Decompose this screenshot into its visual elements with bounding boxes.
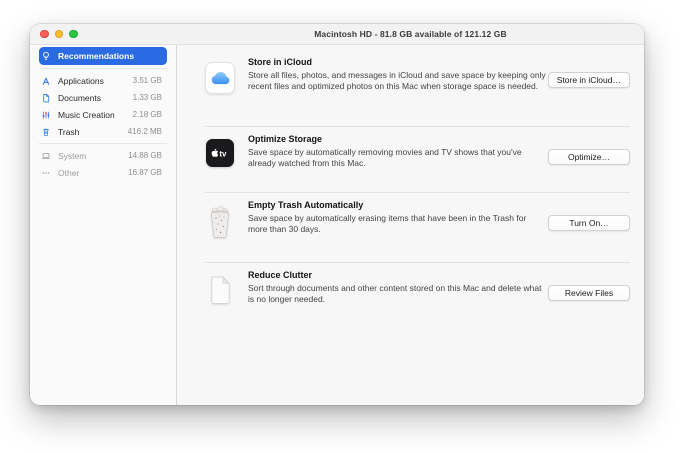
sidebar-item-label: System [58, 150, 87, 161]
sidebar-item-music-creation[interactable]: Music Creation 2.18 GB [39, 106, 167, 123]
sliders-icon [41, 110, 51, 120]
sidebar-item-label: Documents [58, 92, 101, 103]
sidebar-separator [39, 68, 167, 69]
sidebar-item-label: Recommendations [58, 51, 135, 61]
trash-icon [41, 127, 51, 137]
svg-text:tv: tv [219, 149, 227, 158]
fullscreen-button[interactable] [69, 29, 78, 39]
close-button[interactable] [40, 29, 49, 39]
recommendation-row-store-in-icloud: Store in iCloud Store all files, photos,… [177, 45, 644, 126]
traffic-lights [40, 24, 78, 44]
storage-management-window: Macintosh HD - 81.8 GB available of 121.… [30, 24, 644, 405]
sidebar-item-label: Trash [58, 126, 80, 137]
icloud-icon [205, 62, 235, 94]
window-body: Recommendations Applications 3.51 GB Doc… [30, 45, 644, 405]
recommendation-row-reduce-clutter: Reduce Clutter Sort through documents an… [177, 263, 644, 333]
sidebar-item-applications[interactable]: Applications 3.51 GB [39, 72, 167, 89]
apple-tv-icon: tv [206, 139, 234, 167]
titlebar: Macintosh HD - 81.8 GB available of 121.… [30, 24, 644, 45]
lightbulb-icon [41, 51, 51, 61]
window-title: Macintosh HD - 81.8 GB available of 121.… [314, 29, 507, 39]
recommendation-row-empty-trash: Empty Trash Automatically Save space by … [177, 193, 644, 262]
screenshot-canvas: Macintosh HD - 81.8 GB available of 121.… [0, 0, 680, 452]
sidebar: Recommendations Applications 3.51 GB Doc… [30, 45, 177, 405]
review-files-button[interactable]: Review Files [548, 285, 630, 301]
recommendation-description: Save space by automatically erasing item… [248, 213, 527, 234]
trash-full-icon [207, 205, 233, 239]
document-icon [41, 93, 51, 103]
sidebar-item-label: Other [58, 167, 80, 178]
sidebar-item-other[interactable]: Other 16.87 GB [39, 164, 167, 181]
recommendation-description: Sort through documents and other content… [248, 283, 542, 304]
sidebar-item-size: 14.88 GB [128, 151, 162, 160]
sidebar-item-documents[interactable]: Documents 1.33 GB [39, 89, 167, 106]
document-blank-icon [209, 275, 232, 305]
recommendation-description: Save space by automatically removing mov… [248, 147, 522, 168]
sidebar-item-system[interactable]: System 14.88 GB [39, 147, 167, 164]
sidebar-item-size: 1.33 GB [132, 93, 162, 102]
optimize-button[interactable]: Optimize… [548, 149, 630, 165]
recommendation-title: Reduce Clutter [248, 270, 313, 280]
sidebar-item-size: 416.2 MB [127, 127, 162, 136]
sidebar-item-size: 3.51 GB [132, 76, 162, 85]
recommendation-title: Store in iCloud [248, 57, 312, 67]
sidebar-separator [39, 143, 167, 144]
sidebar-item-label: Music Creation [58, 109, 115, 120]
minimize-button[interactable] [54, 29, 63, 39]
turn-on-button[interactable]: Turn On… [548, 215, 630, 231]
sidebar-item-trash[interactable]: Trash 416.2 MB [39, 123, 167, 140]
recommendations-panel: Store in iCloud Store all files, photos,… [177, 45, 644, 405]
ellipsis-icon [41, 168, 51, 178]
recommendation-row-optimize-storage: tv Optimize Storage Save space by automa… [177, 127, 644, 192]
recommendation-title: Empty Trash Automatically [248, 200, 364, 210]
sidebar-item-label: Applications [58, 75, 104, 86]
sidebar-item-size: 2.18 GB [132, 110, 162, 119]
sidebar-item-recommendations[interactable]: Recommendations [39, 47, 167, 65]
recommendation-title: Optimize Storage [248, 134, 323, 144]
laptop-icon [41, 151, 51, 161]
store-in-icloud-button[interactable]: Store in iCloud… [547, 72, 630, 88]
recommendation-description: Store all files, photos, and messages in… [248, 70, 546, 91]
app-store-a-icon [41, 76, 51, 86]
sidebar-item-size: 16.87 GB [128, 168, 162, 177]
